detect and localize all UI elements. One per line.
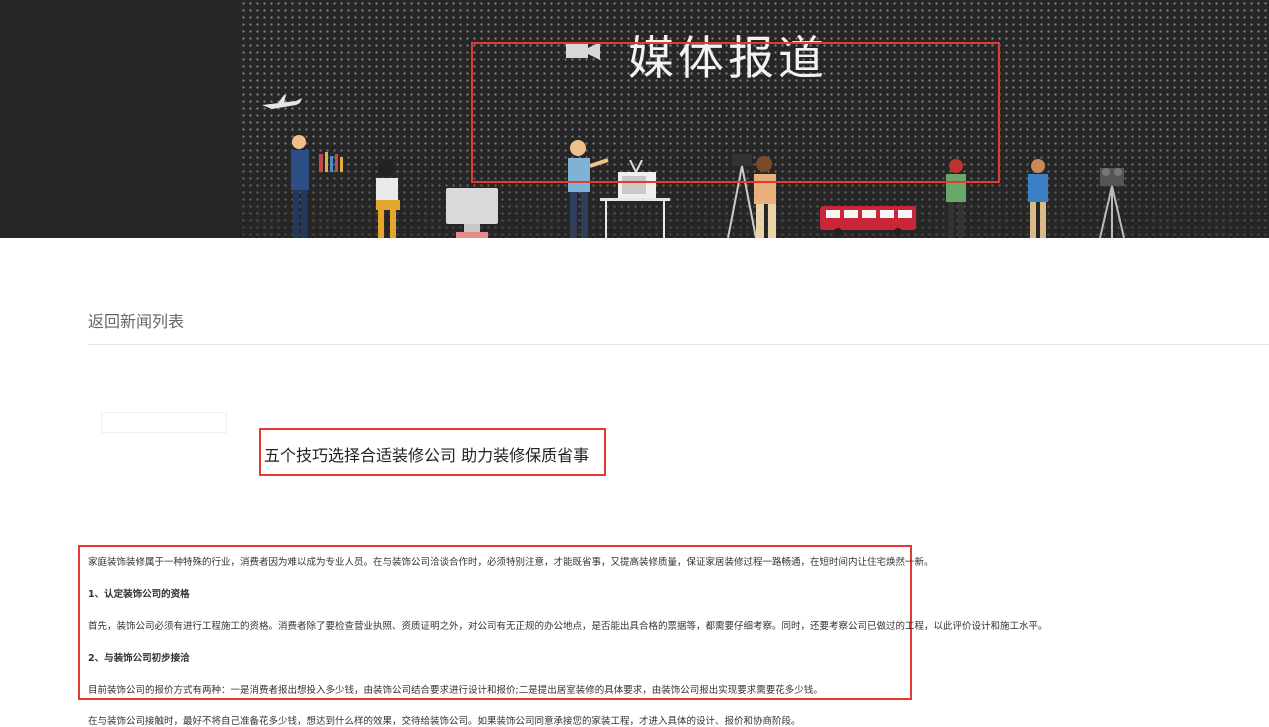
person-laptop-icon: [376, 160, 400, 238]
airplane-icon: [262, 95, 302, 109]
bus-icon: [820, 206, 916, 236]
article-paragraph: 目前装饰公司的报价方式有两种：一是消费者报出想投入多少钱，由装饰公司结合要求进行…: [88, 685, 823, 696]
tripod-camera-icon: [1099, 168, 1125, 238]
article-heading: 1、认定装饰公司的资格: [88, 589, 190, 600]
article-paragraph: 家庭装饰装修属于一种特殊的行业，消费者因为难以成为专业人员。在与装饰公司洽谈合作…: [88, 557, 934, 568]
person-backpacker-icon: [1028, 159, 1048, 238]
media-banner: 媒体报道: [0, 0, 1269, 238]
article-heading: 2、与装饰公司初步接洽: [88, 653, 190, 664]
article-thumbnail: [101, 412, 227, 433]
back-to-news-list-link[interactable]: 返回新闻列表: [88, 308, 184, 332]
person-reporter-icon: [291, 135, 343, 238]
title-highlight-box: [471, 42, 1000, 183]
monitor-icon: [446, 188, 498, 238]
article-title: 五个技巧选择合适装修公司 助力装修保质省事: [264, 446, 590, 465]
article-paragraph: 首先，装饰公司必须有进行工程施工的资格。消费者除了要检查营业执照、资质证明之外，…: [88, 621, 1048, 632]
divider: [88, 344, 1269, 345]
